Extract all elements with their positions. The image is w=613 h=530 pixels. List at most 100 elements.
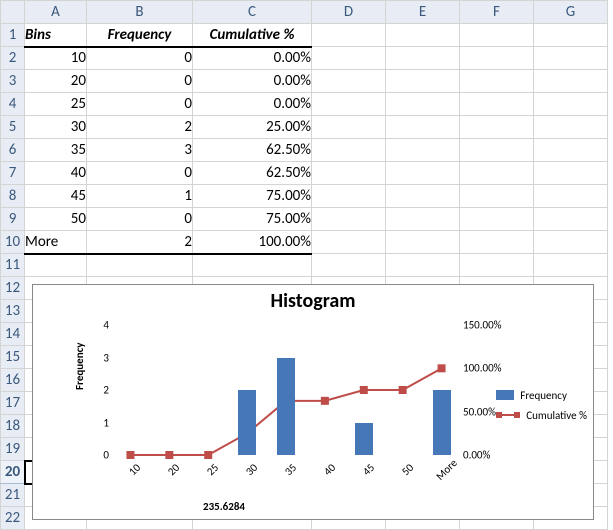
cell-C8[interactable]: 75.00% xyxy=(193,185,312,208)
cell-E10[interactable] xyxy=(386,231,460,254)
cell-E11[interactable] xyxy=(386,254,460,277)
row-header-22[interactable]: 22 xyxy=(1,507,25,530)
cell-D9[interactable] xyxy=(312,208,386,231)
cell-E3[interactable] xyxy=(386,70,460,93)
row-header-15[interactable]: 15 xyxy=(1,346,25,369)
cell-D10[interactable] xyxy=(312,231,386,254)
row-header-6[interactable]: 6 xyxy=(1,139,25,162)
col-header-F[interactable]: F xyxy=(460,1,534,24)
cell-B10[interactable]: 2 xyxy=(87,231,193,254)
cell-B4[interactable]: 0 xyxy=(87,93,193,116)
select-all-corner[interactable] xyxy=(1,1,25,24)
cell-C7[interactable]: 62.50% xyxy=(193,162,312,185)
cell-A5[interactable]: 30 xyxy=(25,116,87,139)
cell-F3[interactable] xyxy=(460,70,534,93)
cell-D1[interactable] xyxy=(312,24,386,47)
row-header-10[interactable]: 10 xyxy=(1,231,25,254)
cell-C9[interactable]: 75.00% xyxy=(193,208,312,231)
cell-G9[interactable] xyxy=(534,208,608,231)
cell-C4[interactable]: 0.00% xyxy=(193,93,312,116)
cell-G1[interactable] xyxy=(534,24,608,47)
cell-B5[interactable]: 2 xyxy=(87,116,193,139)
cell-G2[interactable] xyxy=(534,47,608,70)
cell-G6[interactable] xyxy=(534,139,608,162)
cell-A6[interactable]: 35 xyxy=(25,139,87,162)
histogram-chart[interactable]: Histogram Frequency 235.6284 01234 0.00%… xyxy=(32,284,594,520)
cell-D3[interactable] xyxy=(312,70,386,93)
cell-G10[interactable] xyxy=(534,231,608,254)
cell-A8[interactable]: 45 xyxy=(25,185,87,208)
cell-C2[interactable]: 0.00% xyxy=(193,47,312,70)
cell-A1[interactable]: Bins xyxy=(25,24,87,47)
row-header-11[interactable]: 11 xyxy=(1,254,25,277)
cell-F9[interactable] xyxy=(460,208,534,231)
cell-C6[interactable]: 62.50% xyxy=(193,139,312,162)
row-header-3[interactable]: 3 xyxy=(1,70,25,93)
cell-F11[interactable] xyxy=(460,254,534,277)
row-header-13[interactable]: 13 xyxy=(1,300,25,323)
cell-C11[interactable] xyxy=(193,254,312,277)
col-header-D[interactable]: D xyxy=(312,1,386,24)
cell-B3[interactable]: 0 xyxy=(87,70,193,93)
cell-B11[interactable] xyxy=(87,254,193,277)
row-header-8[interactable]: 8 xyxy=(1,185,25,208)
col-header-C[interactable]: C xyxy=(193,1,312,24)
cell-B6[interactable]: 3 xyxy=(87,139,193,162)
cell-F6[interactable] xyxy=(460,139,534,162)
cell-D8[interactable] xyxy=(312,185,386,208)
cell-E1[interactable] xyxy=(386,24,460,47)
cell-D5[interactable] xyxy=(312,116,386,139)
cell-D4[interactable] xyxy=(312,93,386,116)
cell-A7[interactable]: 40 xyxy=(25,162,87,185)
cell-C5[interactable]: 25.00% xyxy=(193,116,312,139)
cell-F4[interactable] xyxy=(460,93,534,116)
row-header-14[interactable]: 14 xyxy=(1,323,25,346)
col-header-B[interactable]: B xyxy=(87,1,193,24)
cell-A10[interactable]: More xyxy=(25,231,87,254)
col-header-E[interactable]: E xyxy=(386,1,460,24)
cell-F8[interactable] xyxy=(460,185,534,208)
row-header-20[interactable]: 20 xyxy=(1,461,25,484)
row-header-19[interactable]: 19 xyxy=(1,438,25,461)
cell-C1[interactable]: Cumulative % xyxy=(193,24,312,47)
cell-F1[interactable] xyxy=(460,24,534,47)
row-header-5[interactable]: 5 xyxy=(1,116,25,139)
cell-G3[interactable] xyxy=(534,70,608,93)
row-header-18[interactable]: 18 xyxy=(1,415,25,438)
cell-A11[interactable] xyxy=(25,254,87,277)
cell-F7[interactable] xyxy=(460,162,534,185)
cell-A9[interactable]: 50 xyxy=(25,208,87,231)
cell-E9[interactable] xyxy=(386,208,460,231)
cell-C10[interactable]: 100.00% xyxy=(193,231,312,254)
cell-G8[interactable] xyxy=(534,185,608,208)
col-header-A[interactable]: A xyxy=(25,1,87,24)
row-header-1[interactable]: 1 xyxy=(1,24,25,47)
cell-A4[interactable]: 25 xyxy=(25,93,87,116)
row-header-4[interactable]: 4 xyxy=(1,93,25,116)
cell-E4[interactable] xyxy=(386,93,460,116)
cell-D6[interactable] xyxy=(312,139,386,162)
cell-B9[interactable]: 0 xyxy=(87,208,193,231)
cell-F5[interactable] xyxy=(460,116,534,139)
cell-B8[interactable]: 1 xyxy=(87,185,193,208)
row-header-17[interactable]: 17 xyxy=(1,392,25,415)
row-header-7[interactable]: 7 xyxy=(1,162,25,185)
cell-A2[interactable]: 10 xyxy=(25,47,87,70)
row-header-12[interactable]: 12 xyxy=(1,277,25,300)
cell-G5[interactable] xyxy=(534,116,608,139)
cell-F10[interactable] xyxy=(460,231,534,254)
row-header-21[interactable]: 21 xyxy=(1,484,25,507)
cell-A3[interactable]: 20 xyxy=(25,70,87,93)
cell-G11[interactable] xyxy=(534,254,608,277)
row-header-16[interactable]: 16 xyxy=(1,369,25,392)
cell-D11[interactable] xyxy=(312,254,386,277)
cell-E6[interactable] xyxy=(386,139,460,162)
cell-G7[interactable] xyxy=(534,162,608,185)
col-header-G[interactable]: G xyxy=(534,1,608,24)
cell-F2[interactable] xyxy=(460,47,534,70)
cell-E2[interactable] xyxy=(386,47,460,70)
cell-B2[interactable]: 0 xyxy=(87,47,193,70)
cell-D7[interactable] xyxy=(312,162,386,185)
cell-B7[interactable]: 0 xyxy=(87,162,193,185)
row-header-9[interactable]: 9 xyxy=(1,208,25,231)
